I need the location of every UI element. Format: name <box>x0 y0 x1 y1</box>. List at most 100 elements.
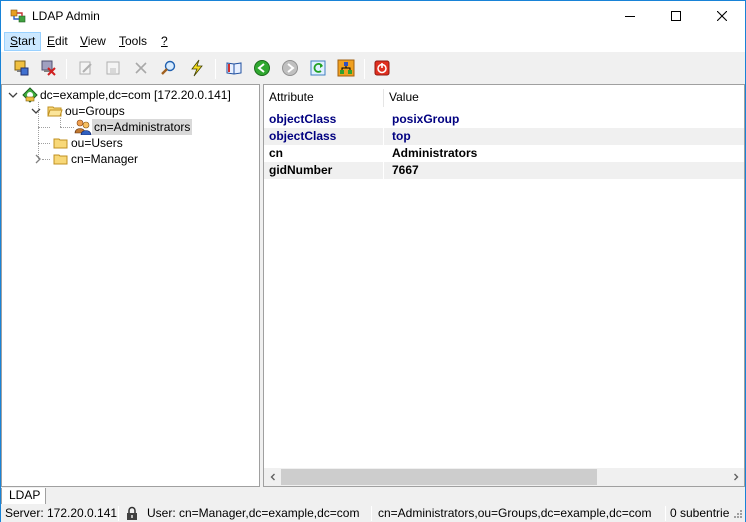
delete-button[interactable] <box>131 58 151 78</box>
quick-action-button[interactable] <box>187 58 207 78</box>
ldap-admin-logo-icon <box>10 9 26 23</box>
tree-node-root[interactable]: dc=example,dc=com [172.20.0.141] <box>8 87 233 103</box>
scroll-right-button[interactable] <box>727 468 744 486</box>
search-button[interactable] <box>159 58 179 78</box>
attribute-list[interactable]: Attribute Value objectClass posixGroup o… <box>263 84 745 487</box>
column-header-value[interactable]: Value <box>384 85 744 110</box>
menu-bar: Start Edit View Tools ? <box>1 31 745 52</box>
status-separator <box>371 506 372 521</box>
maximize-button[interactable] <box>653 1 699 31</box>
close-button[interactable] <box>699 1 745 31</box>
status-dn: cn=Administrators,ou=Groups,dc=example,d… <box>378 506 652 520</box>
menu-view-label: iew <box>87 34 106 48</box>
attribute-name: objectClass <box>269 112 337 126</box>
tree-structure-button[interactable] <box>336 58 356 78</box>
schema-button[interactable] <box>224 58 244 78</box>
delete-icon <box>135 62 147 74</box>
attribute-list-header: Attribute Value <box>264 85 744 110</box>
quick-action-icon <box>191 59 203 77</box>
tree-structure-icon <box>337 59 355 77</box>
menu-edit-accel: E <box>47 34 56 48</box>
disconnect-button[interactable] <box>38 58 58 78</box>
tree-node-administrators[interactable]: cn=Administrators <box>74 119 193 135</box>
search-icon <box>161 60 176 75</box>
toolbar <box>1 52 745 83</box>
attribute-name: gidNumber <box>269 163 333 177</box>
forward-icon <box>282 60 298 76</box>
menu-view-accel: V <box>80 34 88 48</box>
collapse-arrow-icon <box>8 92 18 98</box>
exit-icon <box>374 60 390 76</box>
tree-connector <box>60 127 74 128</box>
save-button[interactable] <box>103 58 123 78</box>
connection-tabs: LDAP <box>1 488 745 505</box>
toolbar-separator <box>215 59 216 79</box>
attribute-value: 7667 <box>392 163 419 177</box>
save-icon <box>106 61 120 75</box>
menu-tools-label: ools <box>125 34 148 48</box>
exit-button[interactable] <box>372 58 392 78</box>
menu-help[interactable]: ? <box>156 32 173 51</box>
tree-node-label: dc=example,dc=com [172.20.0.141] <box>40 88 231 102</box>
column-header-attribute[interactable]: Attribute <box>264 85 384 110</box>
menu-tools[interactable]: Tools <box>114 32 152 51</box>
status-separator <box>118 506 119 521</box>
tree-node-groups[interactable]: ou=Groups <box>31 103 127 119</box>
collapse-arrow-icon <box>31 108 41 114</box>
tree-node-users[interactable]: ou=Users <box>53 135 125 151</box>
title-bar[interactable]: LDAP Admin <box>1 1 745 31</box>
app-window: LDAP Admin Start Edit View Tools ? dc=ex… <box>0 0 746 522</box>
menu-edit[interactable]: Edit <box>42 32 73 51</box>
status-user: User: cn=Manager,dc=example,dc=com <box>147 506 360 520</box>
toolbar-separator <box>364 59 365 79</box>
horizontal-scrollbar[interactable] <box>264 468 744 486</box>
connect-icon <box>14 60 29 76</box>
folder-icon <box>53 138 68 149</box>
attribute-name: cn <box>269 146 284 160</box>
group-users-icon <box>74 119 92 135</box>
folder-open-icon <box>47 106 63 117</box>
tree-node-label: ou=Users <box>71 136 123 150</box>
directory-tree[interactable]: dc=example,dc=com [172.20.0.141] ou=Grou… <box>1 84 260 487</box>
attribute-row[interactable]: objectClass top <box>264 128 744 145</box>
close-icon <box>717 11 727 21</box>
menu-start[interactable]: Start <box>4 32 42 51</box>
schema-book-icon <box>226 62 242 75</box>
tab-ldap[interactable]: LDAP <box>1 488 46 505</box>
expand-arrow-icon <box>35 154 41 164</box>
folder-icon <box>53 154 68 165</box>
status-server: Server: 172.20.0.141 <box>5 506 117 520</box>
attribute-row[interactable]: cn Administrators <box>264 145 744 162</box>
minimize-icon <box>625 16 635 17</box>
server-connection-icon <box>22 87 38 103</box>
resize-grip-icon[interactable] <box>733 509 743 519</box>
scroll-left-button[interactable] <box>264 468 281 486</box>
window-title: LDAP Admin <box>32 9 100 23</box>
attribute-value: top <box>392 129 411 143</box>
refresh-icon <box>310 60 326 76</box>
menu-start-accel: S <box>10 34 19 48</box>
chevron-left-icon <box>270 473 275 481</box>
toolbar-separator <box>66 59 67 79</box>
scrollbar-thumb[interactable] <box>281 469 597 485</box>
status-bar: Server: 172.20.0.141 User: cn=Manager,dc… <box>1 504 745 522</box>
menu-help-accel: ? <box>161 34 168 48</box>
chevron-right-icon <box>733 473 738 481</box>
tree-node-label: cn=Manager <box>71 152 139 166</box>
attribute-value: Administrators <box>392 146 478 160</box>
status-separator <box>665 506 666 521</box>
disconnect-icon <box>41 60 56 76</box>
attribute-value: posixGroup <box>392 112 460 126</box>
back-button[interactable] <box>252 58 272 78</box>
connect-button[interactable] <box>11 58 31 78</box>
refresh-button[interactable] <box>308 58 328 78</box>
forward-button[interactable] <box>280 58 300 78</box>
menu-start-label: tart <box>18 34 36 48</box>
tree-node-manager[interactable]: cn=Manager <box>33 151 140 167</box>
attribute-row[interactable]: gidNumber 7667 <box>264 162 744 179</box>
tree-connector <box>60 118 61 127</box>
menu-view[interactable]: View <box>75 32 111 51</box>
attribute-row[interactable]: objectClass posixGroup <box>264 111 744 128</box>
minimize-button[interactable] <box>607 1 653 31</box>
edit-entry-button[interactable] <box>76 58 96 78</box>
